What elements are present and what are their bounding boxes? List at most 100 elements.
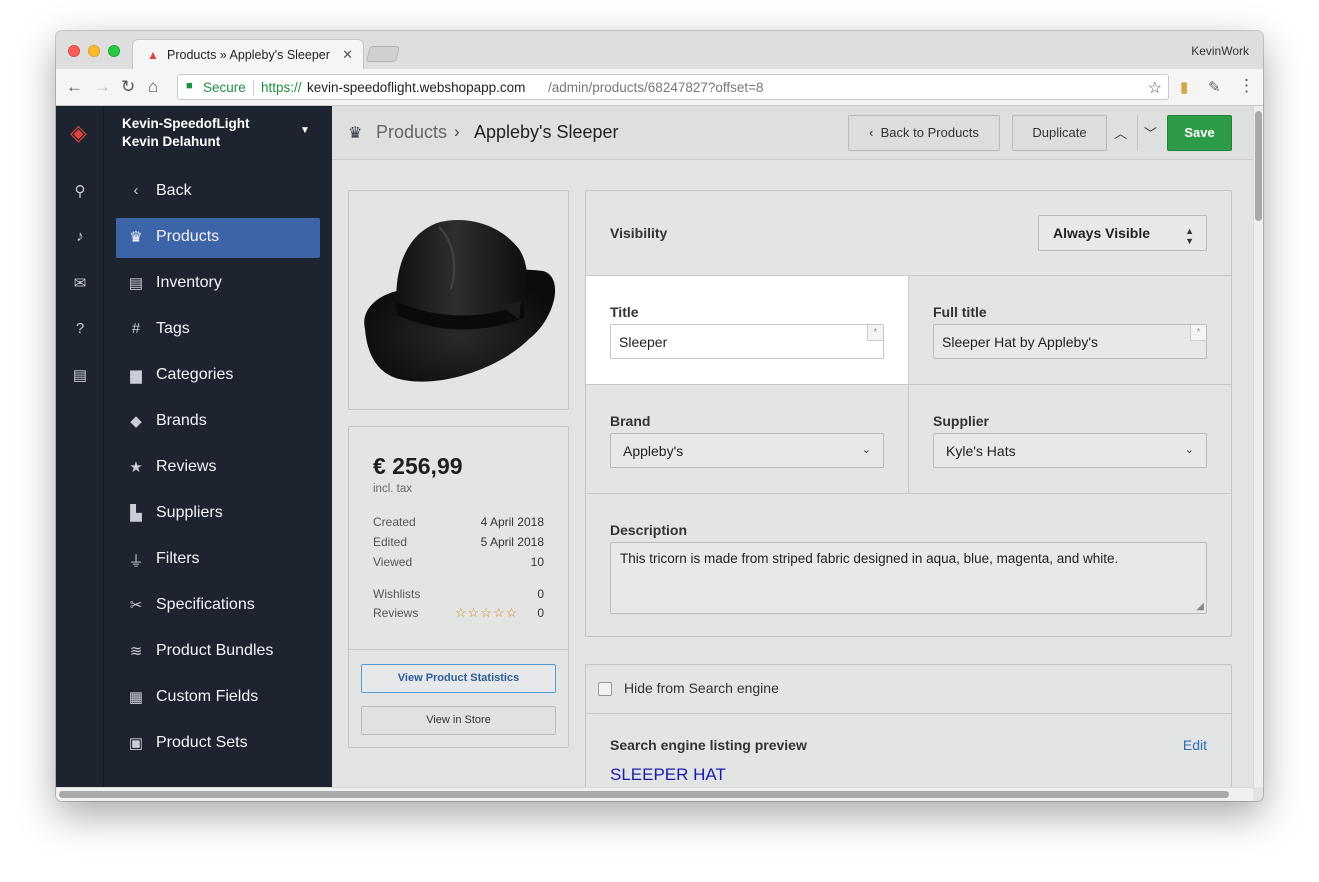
view-product-statistics-button[interactable]: View Product Statistics xyxy=(361,664,556,693)
wishlists-value: 0 xyxy=(537,587,544,601)
next-product-chevron-down-icon[interactable]: ﹀ xyxy=(1144,123,1157,142)
extension-icon[interactable]: ▮ xyxy=(1180,78,1188,96)
forward-arrow-icon[interactable]: → xyxy=(94,77,111,97)
supplier-value: Kyle's Hats xyxy=(946,443,1016,459)
star-review-icon: ★ xyxy=(129,459,143,476)
sidebar-item-product-sets[interactable]: ▣ Product Sets xyxy=(116,724,320,764)
reload-icon[interactable]: ↻ xyxy=(121,77,135,97)
horizontal-scrollbar-thumb[interactable] xyxy=(59,791,1229,798)
product-image-card[interactable] xyxy=(348,190,569,410)
user-name: Kevin Delahunt xyxy=(122,134,221,149)
product-image xyxy=(364,220,556,382)
title-input[interactable]: Sleeper * xyxy=(610,324,884,359)
description-label: Description xyxy=(610,522,688,538)
tax-note: incl. tax xyxy=(373,483,412,495)
hide-from-search-label[interactable]: Hide from Search engine xyxy=(624,680,779,696)
sidebar-item-label: Inventory xyxy=(156,274,222,291)
bell-icon[interactable]: ♪ xyxy=(72,228,88,245)
back-arrow-icon[interactable]: ← xyxy=(66,77,83,97)
window-maximize-button[interactable] xyxy=(108,45,120,57)
tab-close-icon[interactable]: ✕ xyxy=(342,47,353,63)
supplier-select[interactable]: Kyle's Hats ⌄ xyxy=(933,433,1207,468)
supplier-label: Supplier xyxy=(933,413,990,429)
sidebar-item-reviews[interactable]: ★ Reviews xyxy=(116,448,320,488)
brand-select[interactable]: Appleby's ⌄ xyxy=(610,433,884,468)
url-scheme: https:// xyxy=(261,80,302,95)
address-bar[interactable]: ■ Secure https:// kevin-speedoflight.web… xyxy=(177,74,1169,100)
logo-icon[interactable]: ◈ xyxy=(70,120,87,146)
eyedropper-icon[interactable]: ✎ xyxy=(1208,78,1221,96)
brand-label: Brand xyxy=(610,413,651,429)
sidebar-item-specifications[interactable]: ✂ Specifications xyxy=(116,586,320,626)
resize-grip-icon[interactable]: ◢ xyxy=(1196,601,1204,612)
divider xyxy=(586,713,1231,714)
seo-preview-label: Search engine listing preview xyxy=(610,737,807,753)
back-to-products-button[interactable]: ‹ Back to Products xyxy=(848,115,1000,151)
sidebar-item-categories[interactable]: ▆ Categories xyxy=(116,356,320,396)
description-value: This tricorn is made from striped fabric… xyxy=(620,551,1119,566)
sidebar-item-brands[interactable]: ◆ Brands xyxy=(116,402,320,442)
viewed-value: 10 xyxy=(530,555,544,569)
vertical-scrollbar-thumb[interactable] xyxy=(1255,111,1262,221)
home-icon[interactable]: ⌂ xyxy=(148,77,158,97)
browser-toolbar: ← → ↻ ⌂ ■ Secure https:// kevin-speedofl… xyxy=(56,69,1263,106)
divider xyxy=(586,493,1231,494)
search-icon[interactable]: ⚲ xyxy=(72,182,88,200)
breadcrumb-products-link[interactable]: Products xyxy=(376,122,447,143)
sidebar-item-label: Brands xyxy=(156,412,207,429)
previous-product-chevron-up-icon[interactable]: ︿ xyxy=(1114,123,1127,142)
save-button[interactable]: Save xyxy=(1167,115,1232,151)
duplicate-button[interactable]: Duplicate xyxy=(1012,115,1107,151)
ruler-pencil-icon: ✂ xyxy=(129,597,143,614)
hide-from-search-checkbox[interactable] xyxy=(598,682,612,696)
tag-icon: ◆ xyxy=(130,413,142,430)
inventory-icon: ▤ xyxy=(128,275,144,292)
sidebar: Kevin-SpeedofLight Kevin Delahunt ▼ ‹ Ba… xyxy=(104,106,332,787)
sidebar-item-label: Custom Fields xyxy=(156,688,259,705)
required-marker: * xyxy=(867,325,883,341)
visibility-value: Always Visible xyxy=(1053,225,1151,241)
page-title: Appleby's Sleeper xyxy=(474,122,619,142)
reviews-value: 0 xyxy=(537,606,544,620)
store-icon[interactable]: ▤ xyxy=(72,366,88,384)
title-cell: Title Sleeper * xyxy=(586,276,909,385)
visibility-select[interactable]: Always Visible ▲ ▼ xyxy=(1038,215,1207,251)
reviews-label: Reviews xyxy=(373,606,419,620)
sidebar-item-label: Product Sets xyxy=(156,734,248,751)
divider xyxy=(586,384,1231,385)
sidebar-item-suppliers[interactable]: ▙ Suppliers xyxy=(116,494,320,534)
seo-edit-link[interactable]: Edit xyxy=(1183,737,1207,753)
browser-tab-active[interactable]: ▲ Products » Appleby's Sleeper ✕ xyxy=(132,39,364,69)
factory-icon: ▙ xyxy=(130,505,142,522)
secure-label: Secure xyxy=(203,80,246,95)
new-tab-button[interactable] xyxy=(366,46,400,62)
window-minimize-button[interactable] xyxy=(88,45,100,57)
chevron-down-icon: ⌄ xyxy=(1184,444,1194,456)
main-content: ♛ Products › Appleby's Sleeper ‹ Back to… xyxy=(332,106,1253,787)
wishlists-label: Wishlists xyxy=(373,587,421,601)
help-icon[interactable]: ? xyxy=(72,320,88,337)
browser-menu-icon[interactable]: ⋮ xyxy=(1238,76,1255,96)
sidebar-item-label: Categories xyxy=(156,366,234,383)
page-header: ♛ Products › Appleby's Sleeper ‹ Back to… xyxy=(332,106,1253,160)
sidebar-item-back[interactable]: ‹ Back xyxy=(116,172,320,212)
sidebar-item-product-bundles[interactable]: ≋ Product Bundles xyxy=(116,632,320,672)
view-in-store-button[interactable]: View in Store xyxy=(361,706,556,735)
full-title-value: Sleeper Hat by Appleby's xyxy=(942,334,1098,350)
window-close-button[interactable] xyxy=(68,45,80,57)
sidebar-item-inventory[interactable]: ▤ Inventory xyxy=(116,264,320,304)
sidebar-item-tags[interactable]: # Tags xyxy=(116,310,320,350)
hash-icon: # xyxy=(131,320,141,337)
description-textarea[interactable]: This tricorn is made from striped fabric… xyxy=(610,542,1207,614)
bookmark-star-icon[interactable]: ☆ xyxy=(1148,78,1162,98)
sidebar-item-products[interactable]: ♛ Products xyxy=(116,218,320,258)
brand-value: Appleby's xyxy=(623,443,684,459)
sidebar-item-filters[interactable]: ⏚ Filters xyxy=(116,540,320,580)
product-price: € 256,99 xyxy=(373,453,463,479)
mail-icon[interactable]: ✉ xyxy=(72,274,88,292)
product-summary-card: € 256,99 incl. tax Created 4 April 2018 … xyxy=(348,426,569,748)
sidebar-item-label: Back xyxy=(156,182,192,199)
profile-name[interactable]: KevinWork xyxy=(1191,44,1249,58)
sidebar-item-custom-fields[interactable]: ▦ Custom Fields xyxy=(116,678,320,718)
full-title-input[interactable]: Sleeper Hat by Appleby's * xyxy=(933,324,1207,359)
